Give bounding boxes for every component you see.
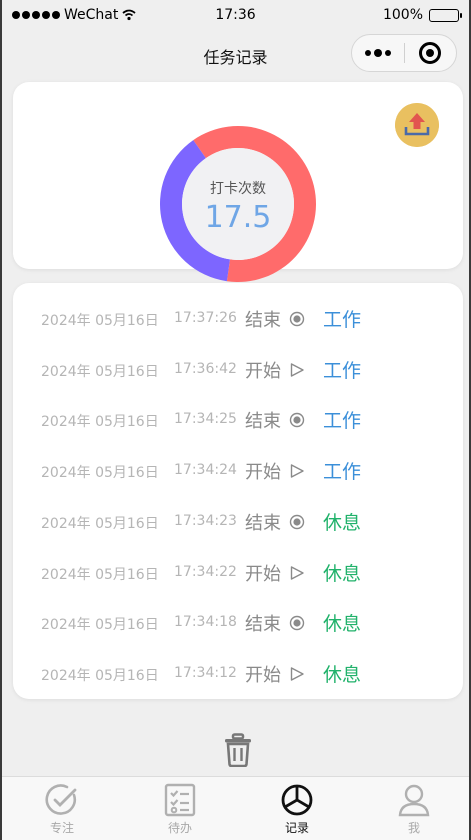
stop-circle-icon [289, 413, 305, 428]
battery-percent: 100% [382, 7, 423, 23]
tab-records[interactable]: 记录 [267, 783, 327, 836]
bottom-tab-bar: 专注 待办 记录 我 [2, 776, 469, 840]
record-time: 17:34:25 [174, 411, 237, 428]
record-action: 开始 [245, 462, 281, 484]
play-triangle-icon [290, 464, 304, 478]
record-row[interactable]: 2024年 05月16日 17:34:12 开始 休息 [13, 658, 463, 688]
focus-check-icon [45, 784, 77, 815]
play-triangle-icon [290, 362, 304, 377]
record-action: 开始 [245, 664, 281, 686]
record-date: 2024年 05月16日 [41, 363, 159, 380]
record-time: 17:36:42 [174, 360, 237, 377]
record-date: 2024年 05月16日 [41, 414, 159, 431]
checkin-count-value: 17.5 [204, 200, 272, 235]
upload-export-button[interactable] [395, 103, 439, 147]
donut-center: 打卡次数 17.5 [182, 148, 294, 260]
record-category: 工作 [323, 309, 362, 331]
mini-program-capsule [351, 34, 457, 72]
record-category: 休息 [323, 562, 362, 585]
record-category: 休息 [323, 663, 362, 686]
checkin-count-label: 打卡次数 [210, 181, 266, 197]
record-action: 开始 [245, 563, 281, 585]
record-row[interactable]: 2024年 05月16日 17:34:18 结束 休息 [13, 607, 463, 637]
nav-bar: 任务记录 [2, 32, 469, 76]
record-date: 2024年 05月16日 [41, 566, 159, 583]
record-action: 结束 [245, 411, 281, 433]
todo-list-icon [164, 783, 196, 817]
record-category: 休息 [323, 511, 362, 534]
status-right: 100% [382, 7, 462, 23]
more-options-button[interactable] [352, 35, 404, 71]
checkin-donut-chart: 打卡次数 17.5 [160, 126, 316, 282]
record-action: 开始 [245, 360, 281, 382]
user-icon [398, 784, 430, 817]
record-action: 结束 [245, 512, 281, 534]
record-date: 2024年 05月16日 [41, 617, 159, 634]
record-time: 17:34:18 [174, 614, 237, 631]
record-row[interactable]: 2024年 05月16日 17:36:42 开始 工作 [13, 354, 463, 384]
record-time: 17:34:22 [174, 563, 237, 580]
status-bar: WeChat 17:36 100% [2, 0, 469, 32]
stop-circle-icon [289, 615, 305, 631]
record-list: 2024年 05月16日 17:37:26 结束 工作 2024年 05月16日 17:3… [13, 283, 463, 699]
phone-screen: WeChat 17:36 100% 任务记录 打卡次数 17.5 2024年 0… [0, 0, 471, 840]
record-row[interactable]: 2024年 05月16日 17:34:22 开始 休息 [13, 557, 463, 587]
tab-label: 专注 [49, 821, 74, 835]
record-time: 17:34:12 [174, 664, 237, 681]
trash-icon[interactable] [224, 733, 252, 767]
record-category: 工作 [323, 410, 362, 433]
tab-label: 记录 [284, 821, 309, 835]
pie-chart-icon [281, 784, 313, 816]
record-action: 结束 [245, 614, 281, 636]
record-category: 休息 [323, 613, 362, 636]
summary-card: 打卡次数 17.5 [13, 82, 463, 282]
stop-circle-icon [289, 311, 305, 327]
record-date: 2024年 05月16日 [41, 667, 159, 684]
record-time: 17:37:26 [174, 310, 237, 326]
record-action: 结束 [245, 310, 281, 331]
tab-label: 待办 [167, 821, 192, 835]
record-time: 17:34:23 [174, 512, 237, 529]
more-dots-icon [364, 50, 371, 56]
tab-focus[interactable]: 专注 [32, 783, 92, 836]
battery-icon [429, 8, 462, 22]
tab-todo[interactable]: 待办 [150, 783, 210, 836]
tab-label: 我 [407, 821, 420, 835]
record-date: 2024年 05月16日 [41, 465, 159, 482]
tab-profile[interactable]: 我 [384, 783, 444, 836]
stop-circle-icon [289, 514, 305, 529]
record-date: 2024年 05月16日 [41, 313, 159, 329]
record-category: 工作 [323, 461, 362, 484]
close-mini-program-button[interactable] [404, 35, 456, 71]
record-time: 17:34:24 [174, 462, 237, 479]
record-row[interactable]: 2024年 05月16日 17:34:25 结束 工作 [13, 404, 463, 434]
target-close-icon [419, 42, 442, 64]
record-row[interactable]: 2024年 05月16日 17:34:23 结束 休息 [13, 506, 463, 536]
play-triangle-icon [290, 667, 304, 681]
record-row[interactable]: 2024年 05月16日 17:34:24 开始 工作 [13, 455, 463, 485]
record-category: 工作 [323, 359, 362, 382]
play-triangle-icon [290, 565, 304, 580]
record-date: 2024年 05月16日 [41, 515, 159, 532]
record-row[interactable]: 2024年 05月16日 17:37:26 结束 工作 [13, 303, 463, 333]
